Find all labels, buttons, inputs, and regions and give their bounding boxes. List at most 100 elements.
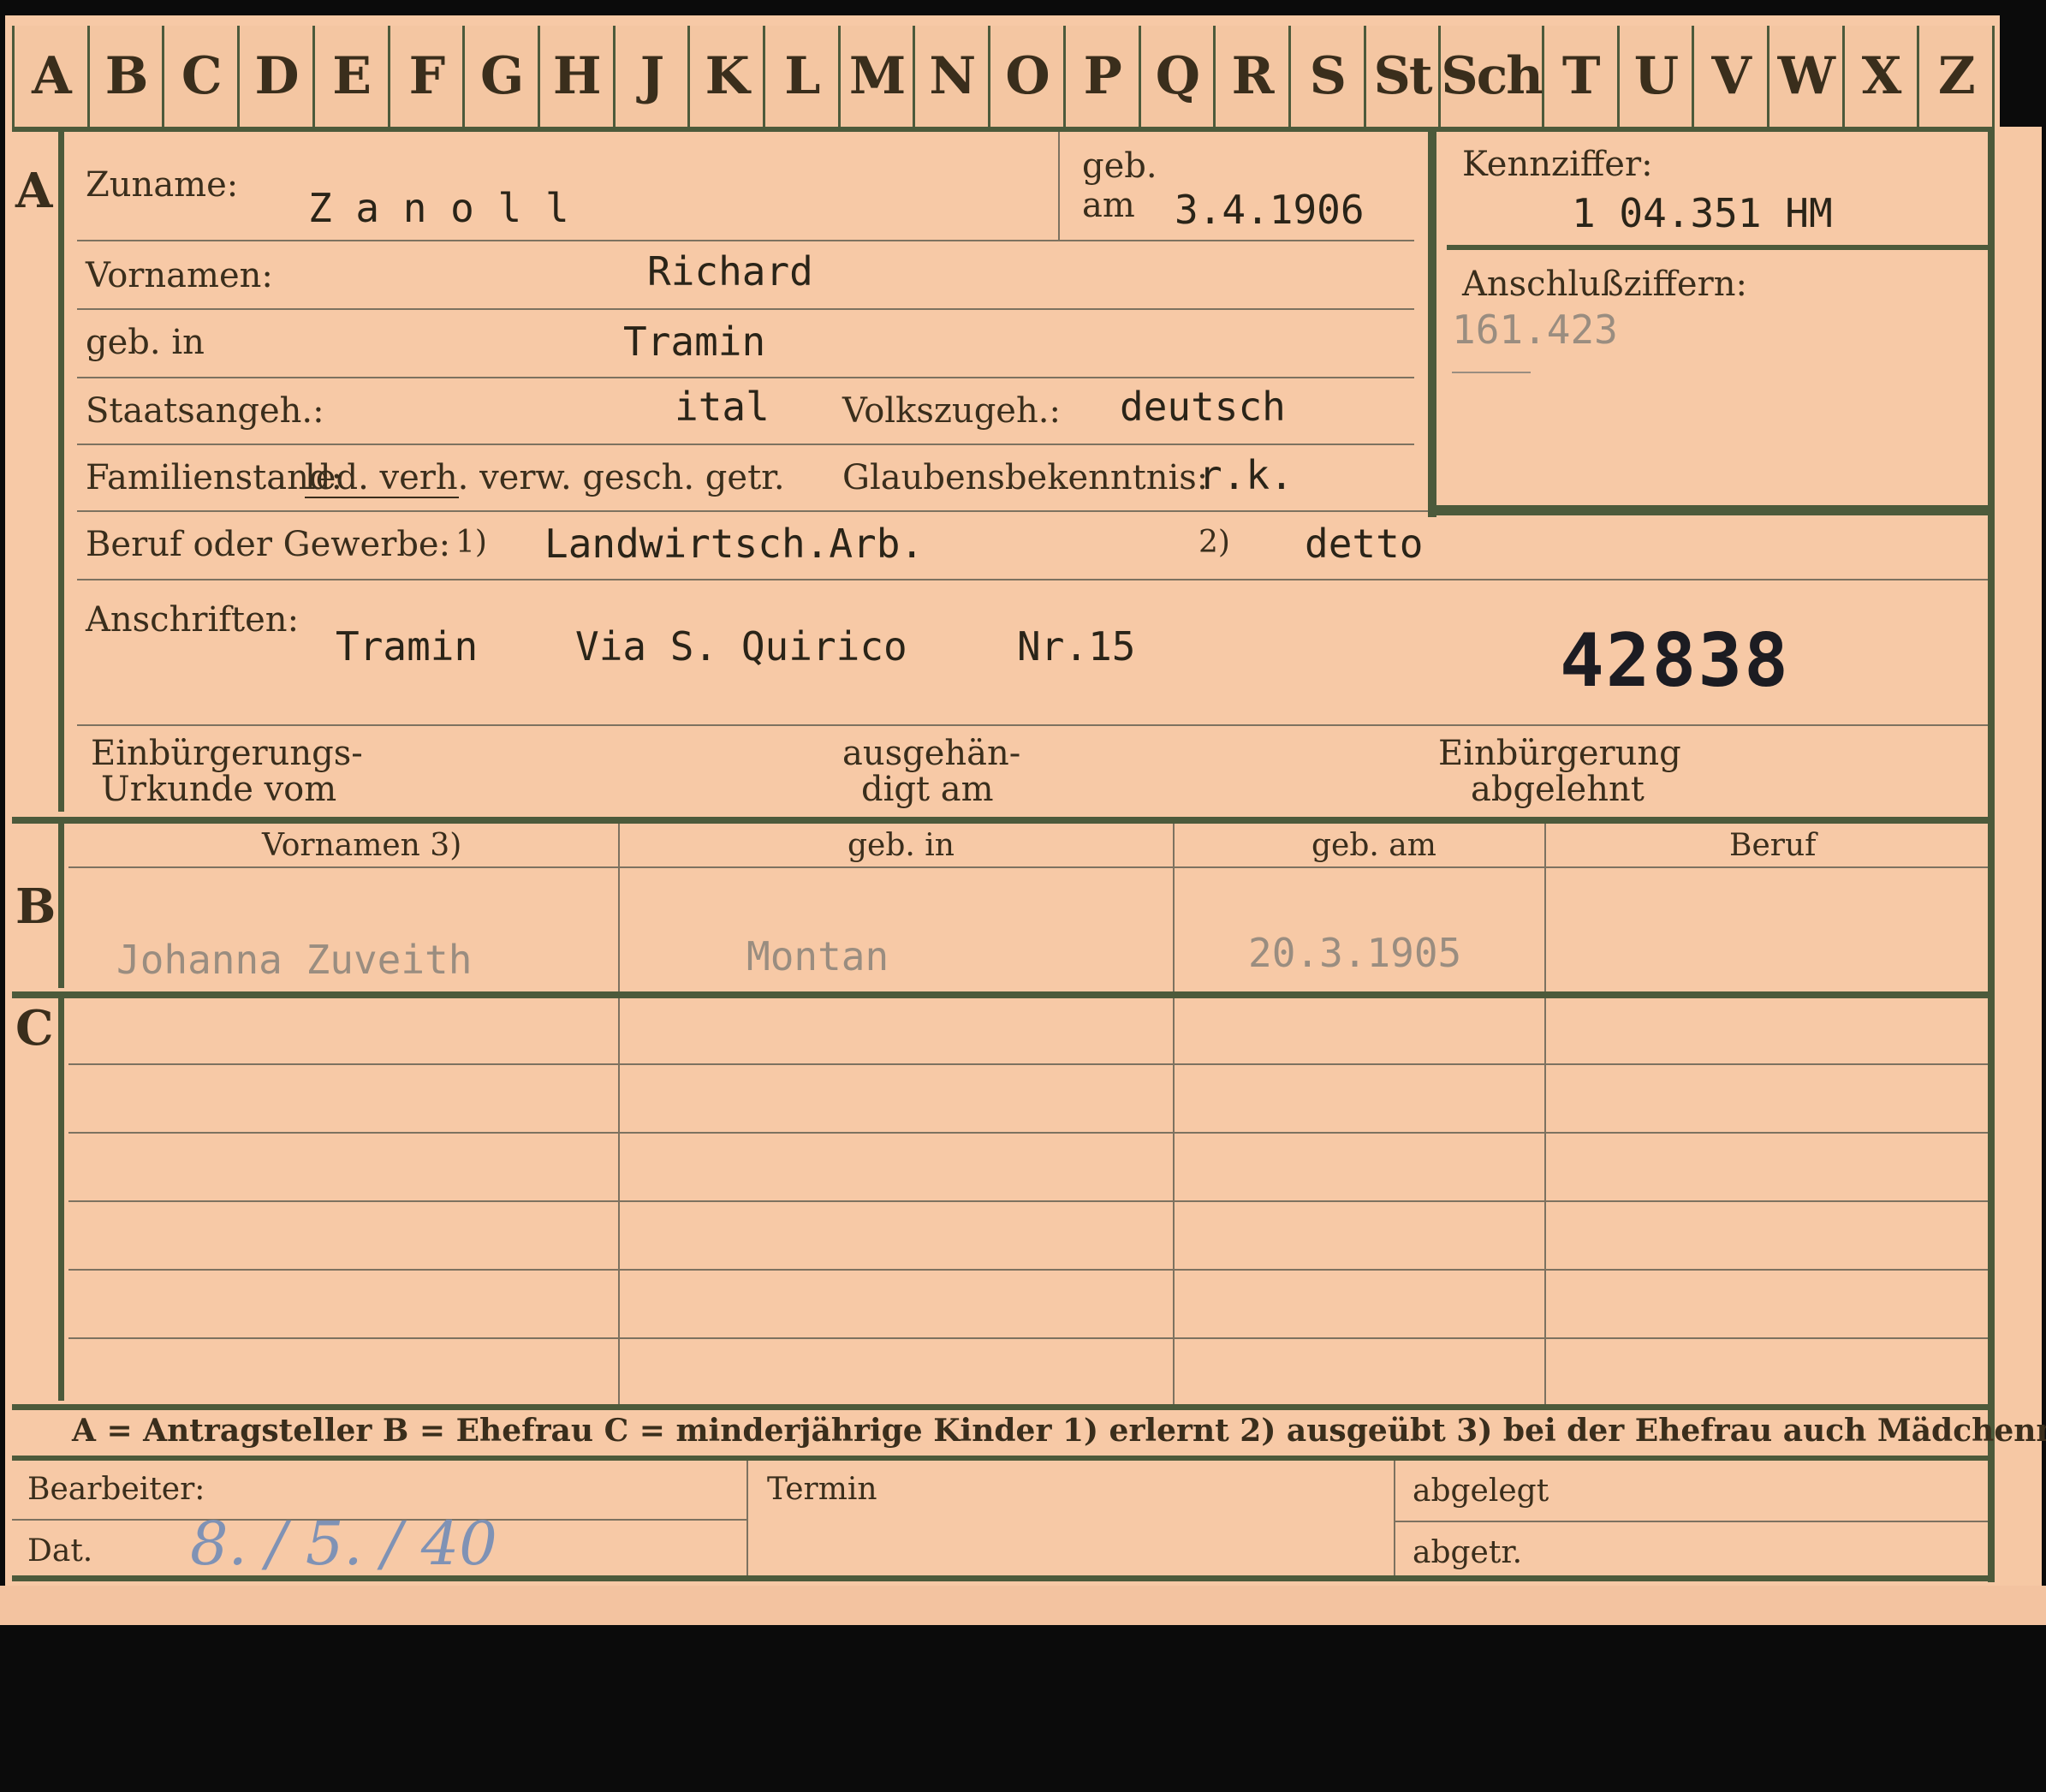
section-a-marker: A: [15, 163, 53, 219]
ausgehaendigt-label-1: ausgehän-: [842, 734, 1021, 773]
row-line: [77, 377, 1414, 378]
col-header-beruf: Beruf: [1729, 828, 1817, 863]
alphabet-index-tabs: A B C D E F G H J K L M N O P Q R S St S…: [12, 26, 1995, 127]
anschluss-underline: [1452, 372, 1531, 373]
tab-letter: F: [390, 26, 466, 127]
geb-label: geb.: [1082, 146, 1157, 186]
vornamen-value: Richard: [647, 248, 813, 295]
frame-left-a: [58, 127, 64, 812]
row-line: [77, 444, 1414, 445]
tab-letter: L: [765, 26, 841, 127]
footer-row-line: [1394, 1521, 1988, 1522]
row-line: [68, 1200, 1988, 1202]
anschlussziffern-label: Anschlußziffern:: [1462, 265, 1747, 304]
tab-letter: T: [1543, 26, 1620, 127]
row-line: [68, 1063, 1988, 1065]
tab-letter: Sch: [1441, 26, 1544, 127]
am-label: am: [1082, 186, 1135, 225]
anschlussziffern-value: 161.423: [1452, 307, 1618, 353]
ausgehaendigt-label-2: digt am: [861, 770, 994, 809]
section-c-marker: C: [15, 1000, 54, 1057]
abgelegt-label: abgelegt: [1413, 1473, 1549, 1509]
frame-left-b: [58, 817, 64, 988]
tab-letter: A: [12, 26, 90, 127]
tab-letter: G: [465, 26, 540, 127]
tab-letter: N: [915, 26, 991, 127]
anschrift-strasse: Via S. Quirico: [575, 623, 907, 670]
kennziffer-label: Kennziffer:: [1462, 145, 1653, 184]
col-header-vornamen: Vornamen 3): [262, 828, 462, 863]
kennziffer-box-bottom: [1428, 505, 1995, 515]
tab-letter: J: [615, 26, 691, 127]
tab-letter: C: [164, 26, 241, 127]
familienstand-label: Familienstand:: [86, 458, 342, 497]
anschriften-label: Anschriften:: [86, 600, 300, 640]
col-header-geb-am: geb. am: [1311, 828, 1436, 863]
abgelehnt-label-2: abgelehnt: [1471, 770, 1645, 809]
tab-letter: K: [690, 26, 766, 127]
familienstand-underline: [305, 497, 459, 498]
section-b-marker: B: [15, 878, 57, 935]
ehefrau-vornamen: Johanna Zuveith: [116, 937, 473, 983]
stamp-number: 42838: [1560, 618, 1790, 704]
tab-letter: S: [1290, 26, 1366, 127]
header-underline: [68, 866, 1988, 868]
glaubensbekenntnis-value: r.k.: [1198, 452, 1294, 498]
tab-letter: O: [990, 26, 1066, 127]
frame-c-bottom: [12, 1404, 1995, 1410]
ehefrau-geb-am: 20.3.1905: [1248, 930, 1462, 976]
frame-left-c: [58, 998, 64, 1401]
row-line: [77, 510, 1428, 512]
footer-divider: [746, 1461, 748, 1575]
geb-in-label: geb. in: [86, 323, 205, 362]
abgelehnt-label-1: Einbürgerung: [1438, 734, 1681, 773]
geb-in-value: Tramin: [623, 319, 766, 365]
zuname-value: Z a n o l l: [308, 185, 569, 231]
row-line: [77, 724, 1988, 726]
card-bottom-edge: [0, 1586, 2046, 1625]
volkszugeh-value: deutsch: [1120, 384, 1286, 430]
row-line: [68, 1269, 1988, 1271]
anschrift-nr: Nr.15: [1017, 623, 1136, 670]
tab-letter: X: [1844, 26, 1920, 127]
kennziffer-divider: [1447, 245, 1988, 250]
beruf-note-ausgeuebt: 2): [1198, 525, 1230, 560]
tab-letter: V: [1694, 26, 1769, 127]
abgetr-label: abgetr.: [1413, 1535, 1523, 1570]
geb-am-value: 3.4.1906: [1175, 187, 1365, 233]
beruf-note-erlernt: 1): [455, 525, 487, 560]
vornamen-label: Vornamen:: [86, 256, 273, 295]
col-divider: [1544, 824, 1546, 991]
tab-letter: W: [1769, 26, 1845, 127]
dat-label: Dat.: [27, 1533, 93, 1569]
kennziffer-value: 1 04.351 HM: [1572, 190, 1833, 236]
tab-letter: P: [1065, 26, 1141, 127]
tab-letter: M: [840, 26, 916, 127]
kennziffer-box-left: [1428, 132, 1436, 517]
row-line: [68, 1337, 1988, 1339]
beruf-erlernt-value: Landwirtsch.Arb.: [544, 521, 925, 567]
tab-letter: H: [539, 26, 616, 127]
frame-legend-bottom: [12, 1456, 1995, 1461]
card-edge: [1995, 127, 2042, 1625]
tab-letter: R: [1216, 26, 1291, 127]
col-divider: [618, 824, 620, 991]
col-divider: [1173, 824, 1175, 991]
einbuergerung-label-1: Einbürgerungs-: [91, 734, 363, 773]
footer-divider: [1394, 1461, 1395, 1575]
dat-handwritten-value: 8. / 5. / 40: [190, 1509, 497, 1579]
tab-letter: Z: [1919, 26, 1995, 127]
frame-right: [1988, 127, 1995, 1582]
row-line: [77, 240, 1414, 241]
tab-letter: E: [314, 26, 390, 127]
beruf-label: Beruf oder Gewerbe:: [86, 525, 451, 564]
tab-letter: B: [89, 26, 165, 127]
legend-text: A = Antragsteller B = Ehefrau C = minder…: [72, 1413, 2046, 1449]
tab-letter: Q: [1140, 26, 1216, 127]
staatsangeh-label: Staatsangeh.:: [86, 391, 324, 431]
anschrift-ort: Tramin: [336, 623, 479, 670]
frame-top: [12, 127, 1995, 132]
volkszugeh-label: Volkszugeh.:: [842, 391, 1061, 431]
frame-a-bottom: [12, 817, 1995, 824]
familienstand-options: led. verh. verw. gesch. getr.: [305, 458, 785, 497]
